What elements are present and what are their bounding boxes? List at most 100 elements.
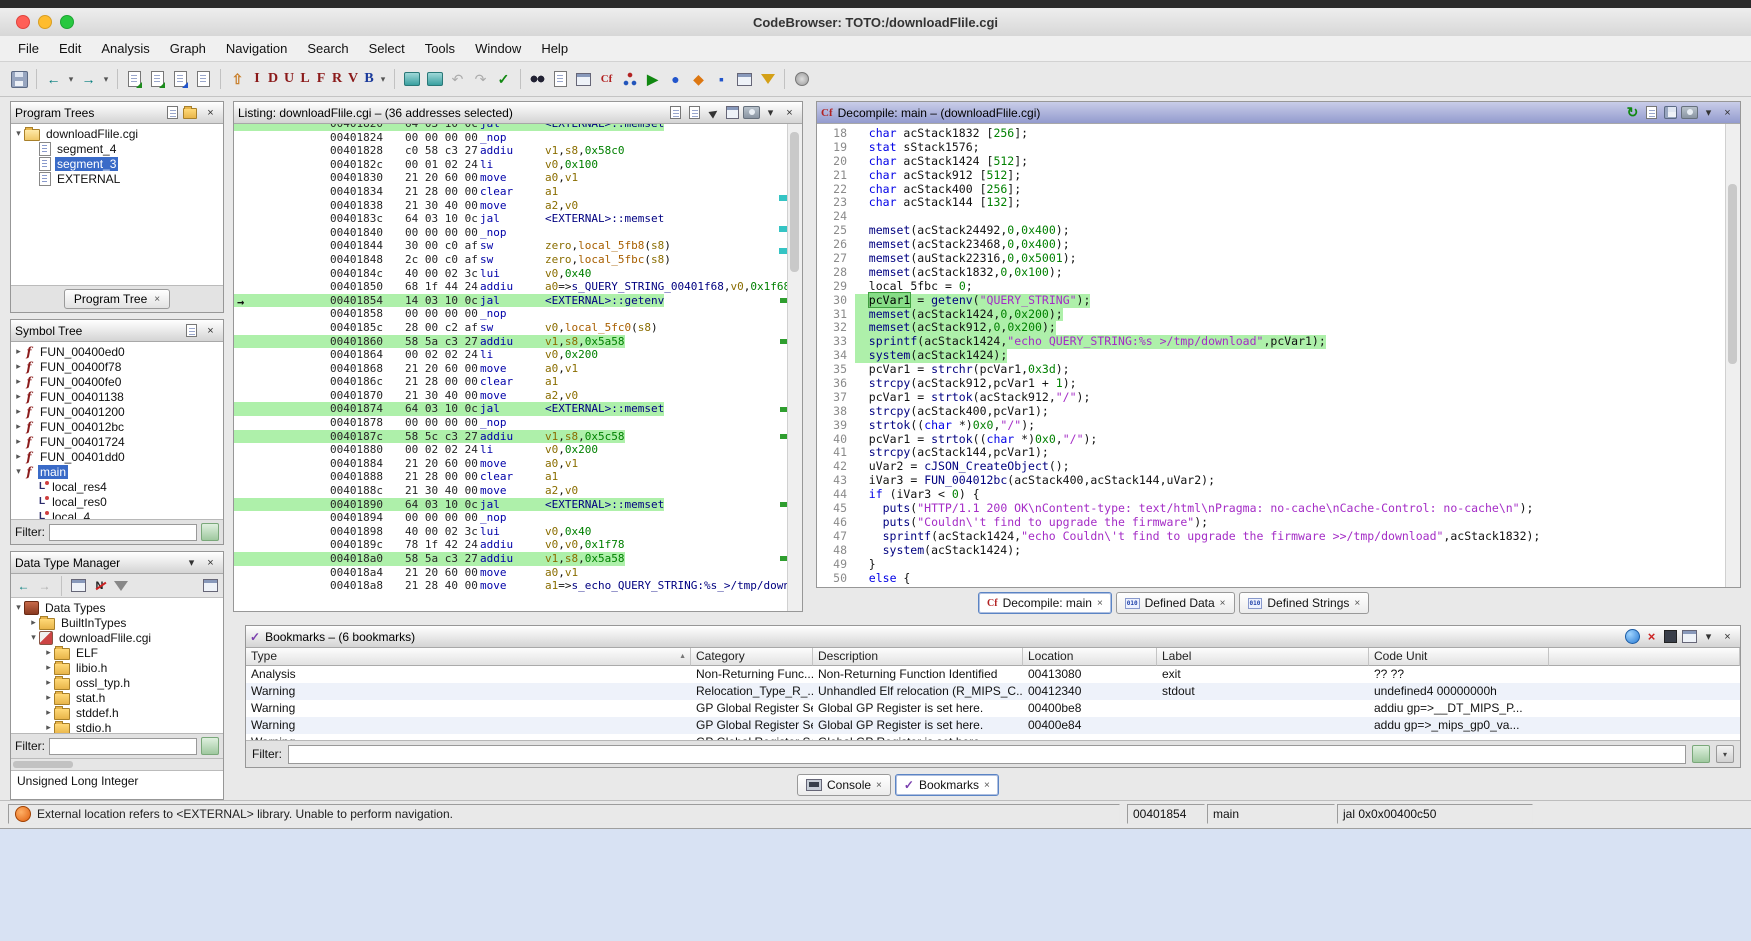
decompile-line-34[interactable]: 34system(acStack1424); (817, 349, 1740, 363)
listing-row-00401848[interactable]: 004018482c 00 c0 afswzero,local_5fbc(s8) (234, 253, 802, 267)
symbol-tree-item-fun-00400ed0[interactable]: ▸fFUN_00400ed0 (11, 344, 223, 359)
listing-row-00401824[interactable]: 0040182400 00 00 00_nop (234, 131, 802, 145)
close-icon[interactable]: × (1719, 628, 1736, 645)
symbol-tree-item-fun-00400f78[interactable]: ▸fFUN_00400f78 (11, 359, 223, 374)
listing-row-00401858[interactable]: 0040185800 00 00 00_nop (234, 307, 802, 321)
next-f-button[interactable]: F (313, 68, 329, 91)
listing-row-00401854[interactable]: 0040185414 03 10 0cjal<EXTERNAL>::getenv (234, 294, 802, 308)
function-graph-button[interactable] (618, 68, 641, 91)
symbol-tree-item-fun-00401dd0[interactable]: ▸fFUN_00401dd0 (11, 449, 223, 464)
scroll-thumb[interactable] (13, 761, 73, 768)
list-view-button[interactable] (201, 576, 220, 595)
listing-row-00401850[interactable]: 0040185068 1f 44 24addiua0=>s_QUERY_STRI… (234, 280, 802, 294)
data-type-item-stddef-h[interactable]: ▸stddef.h (11, 705, 223, 720)
data-type-item-elf[interactable]: ▸ELF (11, 645, 223, 660)
filter-options-icon[interactable] (201, 737, 219, 755)
column-header-description[interactable]: Description (813, 648, 1023, 666)
symbol-tree-item-local-4[interactable]: Llocal_4 (11, 509, 223, 519)
listing-row-004018a4[interactable]: 004018a421 20 60 00movea0,v1 (234, 566, 802, 580)
decompile-line-29[interactable]: 29local_5fbc = 0; (817, 280, 1740, 294)
next-b-button[interactable]: B (361, 68, 377, 91)
decompile-line-23[interactable]: 23char acStack144 [132]; (817, 196, 1740, 210)
new-tree-button[interactable] (164, 104, 181, 121)
expander-icon[interactable]: ▸ (43, 722, 54, 733)
close-icon[interactable]: × (202, 104, 219, 121)
listing-row-00401860[interactable]: 0040186058 5a c3 27addiuv1,s8,0x5a58 (234, 335, 802, 349)
menu-graph[interactable]: Graph (160, 36, 216, 61)
decompile-line-43[interactable]: 43iVar3 = FUN_004012bc(acStack400,acStac… (817, 474, 1740, 488)
tab-defined-strings[interactable]: 010Defined Strings× (1239, 592, 1370, 614)
decompile-line-31[interactable]: 31memset(acStack1424,0,0x200); (817, 308, 1740, 322)
menu-analysis[interactable]: Analysis (91, 36, 159, 61)
expander-icon[interactable]: ▾ (28, 632, 39, 643)
close-icon[interactable]: × (1719, 104, 1736, 121)
listing-row-0040184c[interactable]: 0040184c40 00 02 3cluiv0,0x40 (234, 267, 802, 281)
menu-tools[interactable]: Tools (415, 36, 465, 61)
decompile-line-25[interactable]: 25memset(acStack24492,0,0x400); (817, 224, 1740, 238)
program-tree-item-segment-4[interactable]: segment_4 (11, 141, 223, 156)
next-r-button[interactable]: R (329, 68, 345, 91)
data-window-button[interactable]: ▪ (710, 68, 733, 91)
save-button[interactable] (8, 68, 31, 91)
column-header-label[interactable]: Label (1157, 648, 1369, 666)
close-window-button[interactable] (16, 15, 30, 29)
listing-row-00401834[interactable]: 0040183421 28 00 00cleara1 (234, 185, 802, 199)
close-icon[interactable]: × (876, 780, 882, 791)
close-icon[interactable]: × (202, 322, 219, 339)
decompile-line-35[interactable]: 35pcVar1 = strchr(pcVar1,0x3d); (817, 363, 1740, 377)
filter-clear-icon[interactable] (1692, 745, 1710, 763)
bookmarks-header[interactable]: ✓ Bookmarks – (6 bookmarks) × ▾ × (246, 626, 1740, 648)
data-type-filter-input[interactable] (49, 738, 197, 755)
delete-bookmark-button[interactable]: × (1643, 628, 1660, 645)
close-icon[interactable]: × (154, 294, 160, 305)
listing-row-00401864[interactable]: 0040186400 02 02 24liv0,0x200 (234, 348, 802, 362)
expander-icon[interactable]: ▸ (43, 707, 54, 718)
scroll-thumb[interactable] (790, 132, 799, 272)
copy-button[interactable] (667, 104, 684, 121)
info-button[interactable] (790, 68, 813, 91)
close-icon[interactable]: × (1220, 598, 1226, 609)
minimize-window-button[interactable] (38, 15, 52, 29)
tab-decompile-main[interactable]: CfDecompile: main× (978, 592, 1112, 614)
expander-icon[interactable]: ▸ (13, 346, 24, 357)
menu-window[interactable]: Window (465, 36, 531, 61)
decompile-line-50[interactable]: 50else { (817, 572, 1740, 586)
preview-scrollbar[interactable] (11, 758, 223, 770)
column-header-code-unit[interactable]: Code Unit (1369, 648, 1549, 666)
listing-row-00401868[interactable]: 0040186821 20 60 00movea0,v1 (234, 362, 802, 376)
panel-menu-icon[interactable]: ▾ (1700, 628, 1717, 645)
conflict-button[interactable] (69, 576, 88, 595)
bookmark-row-3[interactable]: WarningGP Global Register SetGlobal GP R… (246, 717, 1740, 734)
next-u-button[interactable]: U (281, 68, 297, 91)
decompile-line-18[interactable]: 18char acStack1832 [256]; (817, 127, 1740, 141)
export-button[interactable] (1662, 104, 1679, 121)
snapshot-button[interactable] (169, 68, 192, 91)
expander-icon[interactable]: ▸ (43, 647, 54, 658)
open-folder-button[interactable] (183, 104, 200, 121)
listing-row-00401820[interactable]: 0040182064 03 10 0cjal<EXTERNAL>::memset (234, 124, 802, 131)
listing-row-00401884[interactable]: 0040188421 20 60 00movea0,v1 (234, 457, 802, 471)
program-tree-item-downloadflile-cgi[interactable]: ▾downloadFlile.cgi (11, 126, 223, 141)
expander-icon[interactable]: ▸ (13, 391, 24, 402)
expander-icon[interactable]: ▸ (13, 406, 24, 417)
listing-row-00401844[interactable]: 0040184430 00 c0 afswzero,local_5fb8(s8) (234, 239, 802, 253)
forward-button[interactable]: → (77, 68, 100, 91)
symbol-tree-item-fun-00401138[interactable]: ▸fFUN_00401138 (11, 389, 223, 404)
listing-row-0040186c[interactable]: 0040186c21 28 00 00cleara1 (234, 375, 802, 389)
next-v-button[interactable]: V (345, 68, 361, 91)
tab-defined-data[interactable]: 010Defined Data× (1116, 592, 1235, 614)
select-rows-button[interactable] (1662, 628, 1679, 645)
symbol-tree-item-main[interactable]: ▾fmain (11, 464, 223, 479)
decompile-line-41[interactable]: 41strcpy(acStack144,pcVar1); (817, 446, 1740, 460)
data-type-item-stdio-h[interactable]: ▸stdio.h (11, 720, 223, 733)
listing-row-004018a8[interactable]: 004018a821 28 40 00movea1=>s_echo_QUERY_… (234, 579, 802, 593)
expander-icon[interactable]: ▸ (43, 662, 54, 673)
decompile-body[interactable]: 18char acStack1832 [256];19stat sStack15… (817, 124, 1740, 587)
decompile-line-44[interactable]: 44if (iVar3 < 0) { (817, 488, 1740, 502)
flag-button[interactable] (111, 576, 130, 595)
menu-file[interactable]: File (8, 36, 49, 61)
search-button[interactable] (526, 68, 549, 91)
filter-options-icon[interactable]: ▾ (1716, 745, 1734, 763)
script-manager-button[interactable] (549, 68, 572, 91)
refresh-button[interactable]: ↻ (1624, 104, 1641, 121)
